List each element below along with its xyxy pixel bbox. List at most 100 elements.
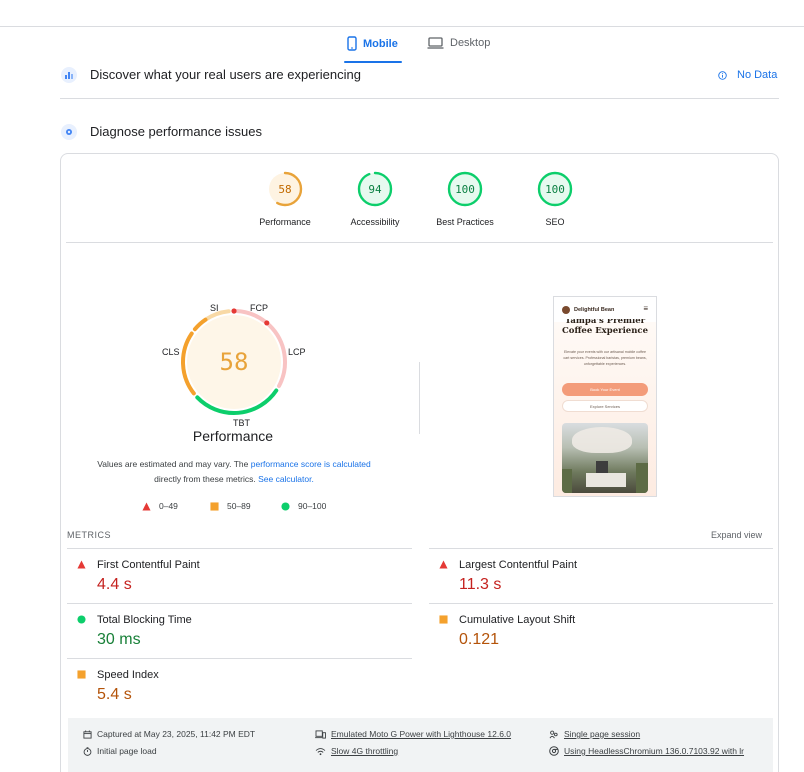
circle-icon [281,501,290,511]
fail-triangle-icon [439,560,448,569]
legend-pass: 90–100 [281,501,326,511]
diagnose-title: Diagnose performance issues [90,124,262,139]
page-screenshot-preview[interactable]: Delightful Bean ≡ Tampa's Premier Coffee… [553,296,657,497]
category-gauge-performance[interactable]: 58 Performance [240,171,330,227]
page-session[interactable]: Single page session [549,729,640,739]
tab-desktop-label: Desktop [450,37,491,49]
square-icon [210,501,219,511]
category-gauge-score: 94 [368,183,382,196]
expand-view-button[interactable]: Expand view [711,530,762,540]
preview-menu-icon: ≡ [643,304,648,313]
category-gauge-score: 58 [278,183,291,196]
captured-at: Captured at May 23, 2025, 11:42 PM EDT [83,729,255,739]
main-gauge-title: Performance [192,428,274,444]
wifi-icon [315,747,326,755]
metric-cls-name: Cumulative Layout Shift [459,614,576,626]
category-gauge-ring: 100 [537,171,573,207]
calendar-icon [83,729,92,739]
chrome-icon [549,746,559,756]
metric-fcp-name: First Contentful Paint [97,559,200,571]
devices-icon [315,729,326,739]
see-calculator-link[interactable]: See calculator. [258,474,314,484]
metrics-divider-left-1 [67,548,412,549]
metrics-divider-right-1 [429,548,773,549]
estimate-text-2: directly from these metrics. [154,474,259,484]
triangle-icon [142,501,151,511]
average-square-icon [439,615,448,624]
category-gauge-seo[interactable]: 100 SEO [510,171,600,227]
metric-lcp-value: 11.3 s [459,576,502,593]
category-gauge-ring: 94 [357,171,393,207]
metric-fcp-value: 4.4 s [97,576,132,593]
category-gauge-label: Accessibility [350,217,400,227]
estimate-note: Values are estimated and may vary. The p… [66,457,402,487]
captured-at-text: Captured at May 23, 2025, 11:42 PM EDT [97,729,256,739]
tab-mobile-label: Mobile [363,37,398,50]
legend-fail: 0–49 [142,501,178,511]
metrics-divider-left-3 [67,658,412,659]
fcp-marker [231,308,237,314]
gauge-label-tbt: TBT [233,418,251,428]
legend-pass-range: 90–100 [298,501,327,511]
gauge-label-cls: CLS [162,347,180,357]
category-gauge-best-practices[interactable]: 100 Best Practices [420,171,510,227]
preview-cta-button: Book Your Event [562,383,648,396]
preview-photo [562,423,648,493]
run-info-footer [68,718,773,772]
category-gauge-ring: 100 [447,171,483,207]
section-divider [60,98,779,99]
metrics-divider-right-2 [429,603,773,604]
category-gauge-label: SEO [545,217,565,227]
metric-si-value: 5.4 s [97,686,132,703]
page-session-text: Single page session [564,729,641,739]
preview-brand: Delightful Bean [574,306,615,313]
browser-info-text: Using HeadlessChromium 136.0.7103.92 wit… [564,746,745,756]
info-icon [718,70,727,80]
category-gauge-ring: 58 [267,171,303,207]
laptop-icon [427,37,444,49]
preview-logo [562,305,570,314]
active-tab-indicator [344,61,402,63]
metric-cls-value: 0.121 [459,631,500,648]
fail-triangle-icon [77,560,86,569]
no-data-status[interactable]: No Data [718,69,777,81]
tab-desktop[interactable]: Desktop [427,37,490,49]
network-throttling[interactable]: Slow 4G throttling [315,746,398,756]
category-gauge-accessibility[interactable]: 94 Accessibility [330,171,420,227]
network-throttling-text: Slow 4G throttling [331,746,399,756]
browser-info[interactable]: Using HeadlessChromium 136.0.7103.92 wit… [549,746,773,756]
estimate-text-1: Values are estimated and may vary. The [97,459,251,469]
tab-mobile[interactable]: Mobile [347,36,398,51]
gauge-label-si: SI [210,303,219,313]
metric-tbt-value: 30 ms [97,631,141,648]
category-gauge-score: 100 [545,183,565,196]
timer-icon [83,746,92,756]
users-chart-icon [61,67,77,83]
emulated-device[interactable]: Emulated Moto G Power with Lighthouse 12… [315,729,511,739]
lcp-marker [264,320,270,326]
diagnose-icon [61,124,77,140]
preview-heading-1: Tampa's Premier [564,319,646,326]
crux-title: Discover what your real users are experi… [90,67,361,82]
emulated-device-text: Emulated Moto G Power with Lighthouse 12… [331,729,512,739]
category-gauge-label: Performance [259,217,311,227]
legend-average: 50–89 [210,501,251,511]
gauge-label-fcp: FCP [250,303,268,313]
category-gauge-label: Best Practices [436,217,494,227]
preview-secondary-button: Explore Services [562,400,648,412]
legend-fail-range: 0–49 [159,501,178,511]
performance-main-gauge: SI FCP LCP TBT CLS 58 [162,303,306,428]
metric-si-name: Speed Index [97,669,159,681]
preview-body: Elevate your events with our artisanal m… [563,350,647,366]
metric-lcp-name: Largest Contentful Paint [459,559,578,571]
top-divider [0,26,804,27]
gauge-label-lcp: LCP [288,347,306,357]
metric-tbt-name: Total Blocking Time [97,614,192,626]
pass-circle-icon [77,615,86,624]
category-gauge-score: 100 [455,183,475,196]
initial-page-load: Initial page load [83,746,157,756]
main-gauge-score: 58 [220,348,249,376]
no-data-label: No Data [737,69,778,81]
score-calc-link[interactable]: performance score is calculated [251,459,371,469]
gauges-divider [66,242,773,243]
